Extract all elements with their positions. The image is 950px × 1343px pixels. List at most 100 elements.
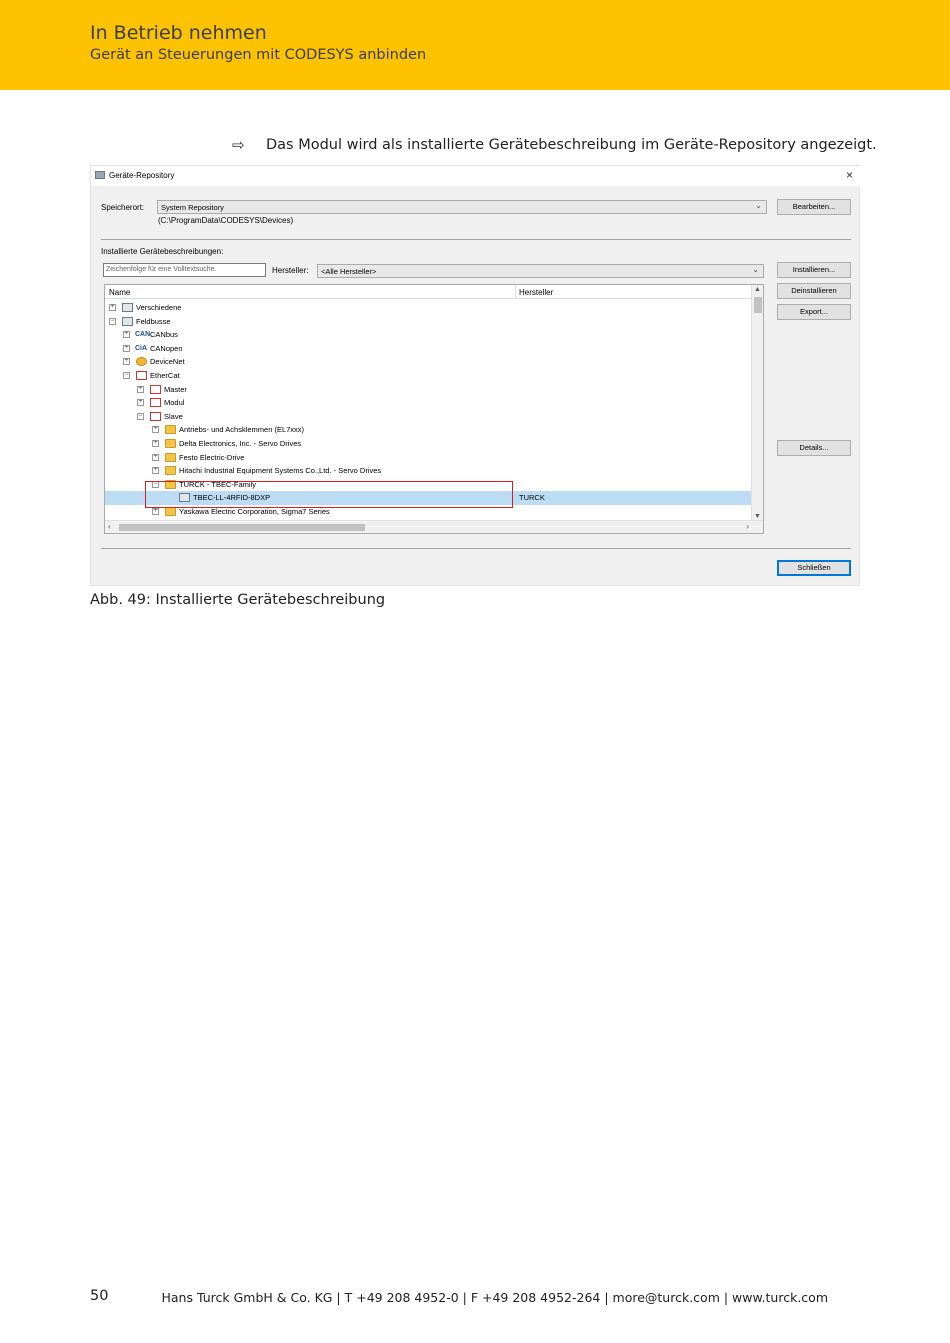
expand-icon[interactable]: + — [152, 508, 159, 515]
tree-row[interactable]: + Festo Electric-Drive — [105, 451, 752, 465]
scroll-thumb[interactable] — [754, 297, 762, 313]
tree-row[interactable]: + CiA CANopen — [105, 342, 752, 356]
tree-row-label: Verschiedene — [136, 303, 182, 312]
ethercat-icon — [136, 371, 147, 380]
expand-icon[interactable]: + — [123, 358, 130, 366]
close-icon[interactable]: × — [846, 168, 853, 182]
edit-button[interactable]: Bearbeiten... — [777, 199, 851, 215]
installed-label: Installierte Gerätebeschreibungen: — [101, 247, 224, 256]
tree-row-label: CANopen — [150, 343, 183, 353]
tree-row-label: Delta Electronics, Inc. - Servo Drives — [179, 439, 302, 448]
tree-row-label: Slave — [164, 411, 183, 421]
tree-row[interactable]: + Antriebs- und Achsklemmen (EL7xxx) — [105, 423, 752, 437]
manufacturer-value: <Alle Hersteller> — [321, 267, 377, 276]
collapse-icon[interactable]: − — [109, 317, 116, 325]
tree-row-label: EtherCat — [150, 371, 180, 380]
folder-icon — [165, 507, 176, 516]
tree-row-label: Festo Electric-Drive — [179, 452, 245, 462]
collapse-icon[interactable]: − — [123, 372, 130, 379]
folder-icon — [165, 466, 176, 476]
collapse-icon[interactable]: − — [137, 412, 144, 420]
tree-row-label: Master — [164, 384, 187, 394]
column-manufacturer[interactable]: Hersteller — [519, 288, 553, 297]
dialog-title: Geräte-Repository — [109, 171, 175, 180]
device-folder-icon — [122, 316, 133, 326]
tree-row[interactable]: + Verschiedene — [105, 301, 752, 315]
expand-icon[interactable]: + — [137, 399, 144, 407]
tree-row[interactable]: + Modul — [105, 396, 752, 410]
vertical-scrollbar[interactable]: ▲ ▼ — [751, 285, 763, 521]
scroll-left-icon[interactable]: ‹ — [108, 522, 111, 531]
ethercat-icon — [150, 411, 161, 421]
canopen-icon: CiA — [135, 344, 148, 352]
tree-row[interactable]: − Slave — [105, 410, 752, 424]
folder-icon — [165, 425, 176, 435]
page-header: In Betrieb nehmen Gerät an Steuerungen m… — [0, 0, 950, 90]
export-button[interactable]: Export... — [777, 304, 851, 320]
figure-caption: Abb. 49: Installierte Gerätebeschreibung — [90, 592, 386, 608]
result-line: ⇨ Das Modul wird als installierte Geräte… — [232, 136, 877, 154]
tree-row[interactable]: − EtherCat — [105, 369, 752, 383]
footer-address: Hans Turck GmbH & Co. KG | T +49 208 495… — [161, 1290, 829, 1305]
tree-header: Name Hersteller — [105, 285, 752, 299]
expand-icon[interactable]: + — [152, 426, 159, 434]
tree-row-label: Hitachi Industrial Equipment Systems Co.… — [179, 466, 382, 476]
column-name[interactable]: Name — [109, 288, 130, 297]
tree-row-label: Modul — [164, 398, 185, 408]
device-repository-dialog: Geräte-Repository × Speicherort: System … — [90, 165, 861, 586]
location-label: Speicherort: — [101, 203, 145, 212]
device-folder-icon — [122, 303, 133, 312]
repository-icon — [95, 171, 105, 179]
separator — [101, 548, 851, 549]
manufacturer-label: Hersteller: — [272, 266, 309, 275]
location-value: System Repository — [161, 203, 224, 212]
tree-row[interactable]: + Hitachi Industrial Equipment Systems C… — [105, 464, 752, 478]
folder-icon — [165, 439, 176, 448]
chevron-down-icon: ⌄ — [755, 201, 762, 210]
result-arrow-icon: ⇨ — [232, 136, 245, 154]
tree-row-label: Feldbusse — [136, 316, 171, 326]
scroll-right-icon[interactable]: › — [746, 522, 749, 531]
tree-row-label: Antriebs- und Achsklemmen (EL7xxx) — [179, 425, 305, 435]
tree-row[interactable]: + DeviceNet — [105, 355, 752, 369]
expand-icon[interactable]: + — [123, 331, 130, 339]
ethercat-icon — [150, 398, 161, 408]
search-input[interactable]: Zeichenfolge für eine Volltextsuche. — [103, 263, 266, 277]
horizontal-scrollbar[interactable]: ‹ › — [105, 520, 763, 533]
install-button[interactable]: Installieren... — [777, 262, 851, 278]
chevron-down-icon: ⌄ — [752, 265, 759, 274]
scroll-thumb[interactable] — [119, 524, 365, 531]
ethercat-icon — [150, 384, 161, 394]
dialog-title-bar: Geräte-Repository × — [91, 166, 861, 186]
tree-row-label: DeviceNet — [150, 357, 185, 367]
highlight-box — [145, 481, 513, 508]
location-path: (C:\ProgramData\CODESYS\Devices) — [158, 216, 294, 225]
tree-row-manufacturer: TURCK — [519, 493, 545, 503]
canbus-icon: CAN — [135, 331, 151, 339]
uninstall-button[interactable]: Deinstallieren — [777, 283, 851, 299]
scroll-up-icon[interactable]: ▲ — [754, 286, 761, 293]
expand-icon[interactable]: + — [152, 453, 159, 461]
close-button[interactable]: Schließen — [777, 560, 851, 576]
header-title: In Betrieb nehmen — [90, 22, 267, 44]
expand-icon[interactable]: + — [152, 467, 159, 475]
tree-row[interactable]: + Delta Electronics, Inc. - Servo Drives — [105, 437, 752, 451]
tree-row[interactable]: − Feldbusse — [105, 315, 752, 329]
tree-row-label: CANbus — [150, 330, 178, 340]
scroll-down-icon[interactable]: ▼ — [754, 513, 761, 520]
expand-icon[interactable]: + — [152, 440, 159, 447]
tree-row[interactable]: + CAN CANbus — [105, 328, 752, 342]
separator — [101, 239, 851, 240]
result-text: Das Modul wird als installierte Gerätebe… — [266, 137, 877, 153]
expand-icon[interactable]: + — [109, 304, 116, 311]
expand-icon[interactable]: + — [137, 385, 144, 393]
tree-row[interactable]: + Master — [105, 383, 752, 397]
details-button[interactable]: Details... — [777, 440, 851, 456]
location-select[interactable]: System Repository ⌄ — [157, 200, 767, 214]
header-subtitle: Gerät an Steuerungen mit CODESYS anbinde… — [90, 47, 427, 63]
expand-icon[interactable]: + — [123, 344, 130, 352]
devicenet-icon — [136, 357, 147, 367]
manufacturer-select[interactable]: <Alle Hersteller> ⌄ — [317, 264, 764, 278]
folder-icon — [165, 452, 176, 462]
page-number: 50 — [90, 1288, 109, 1304]
